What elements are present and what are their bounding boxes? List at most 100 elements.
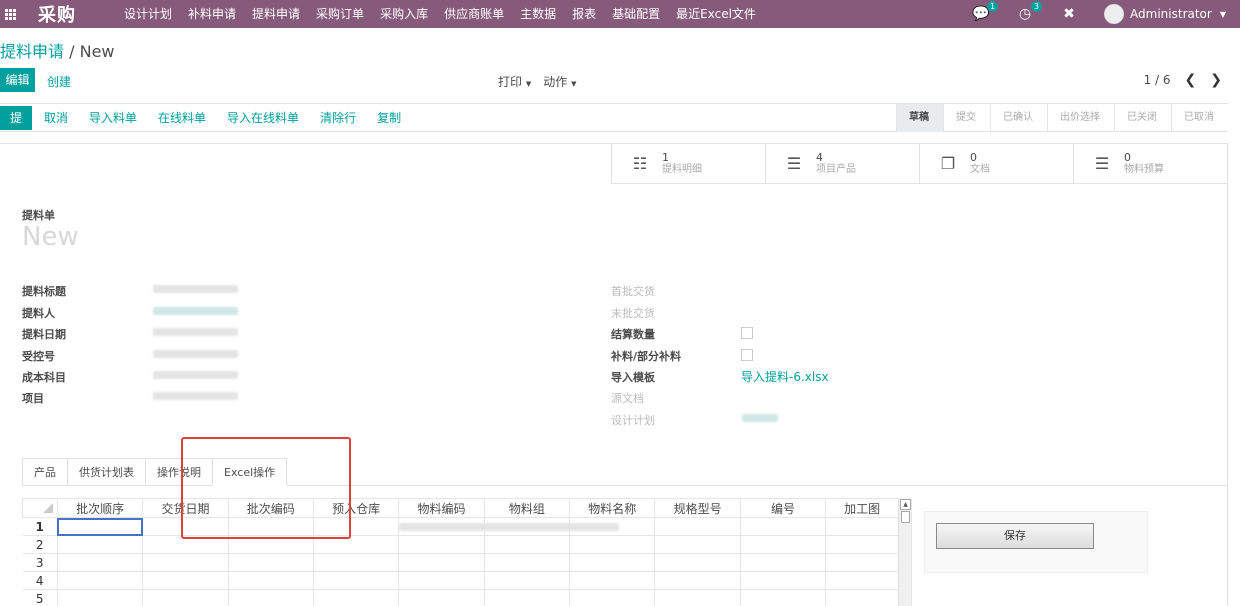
messages-icon[interactable]: 💬 1 xyxy=(972,1,999,22)
cell[interactable] xyxy=(398,589,485,606)
apps-menu-icon[interactable] xyxy=(0,0,26,28)
menu-item-config[interactable]: 基础配置 xyxy=(604,0,668,28)
selected-cell[interactable] xyxy=(56,517,144,536)
cell[interactable] xyxy=(654,553,741,572)
cell[interactable] xyxy=(312,553,400,572)
action-dropdown[interactable]: 动作 ▼ xyxy=(543,73,576,90)
cell[interactable] xyxy=(312,571,400,590)
column-header[interactable]: 批次顺序 xyxy=(56,498,144,518)
cell[interactable] xyxy=(739,517,827,536)
cell[interactable] xyxy=(398,517,620,536)
pager-value[interactable]: 1 / 6 xyxy=(1144,73,1171,87)
create-button[interactable]: 创建 xyxy=(47,73,71,90)
partial-supplement-checkbox[interactable] xyxy=(741,349,753,361)
column-header[interactable]: 编号 xyxy=(739,498,827,518)
column-header[interactable]: 物料组 xyxy=(483,498,571,518)
cell[interactable] xyxy=(312,589,400,606)
breadcrumb-parent[interactable]: 提料申请 xyxy=(0,42,64,61)
cell[interactable] xyxy=(739,553,827,572)
smart-button-project-products[interactable]: ☰ 4 项目产品 xyxy=(765,144,919,184)
field-value-date[interactable] xyxy=(153,328,238,336)
cell[interactable] xyxy=(739,535,827,554)
corner-cell[interactable] xyxy=(22,498,58,518)
row-number[interactable]: 4 xyxy=(22,571,58,590)
stage-draft[interactable]: 草稿 xyxy=(896,104,943,132)
submit-button[interactable]: 提交 xyxy=(0,105,32,147)
clear-lines-button[interactable]: 清除行 xyxy=(320,109,356,126)
stage-cancelled[interactable]: 已取消 xyxy=(1171,104,1228,132)
menu-item-master-data[interactable]: 主数据 xyxy=(512,0,564,28)
cell[interactable] xyxy=(739,571,827,590)
cell[interactable] xyxy=(227,571,314,590)
cancel-button[interactable]: 取消 xyxy=(44,109,68,126)
cell[interactable] xyxy=(483,571,571,590)
cell[interactable] xyxy=(398,553,485,572)
cell[interactable] xyxy=(483,589,571,606)
app-brand[interactable]: 采购 xyxy=(38,1,76,27)
field-value-cost-account[interactable] xyxy=(153,371,238,379)
column-header[interactable]: 物料编码 xyxy=(398,498,485,518)
cell[interactable] xyxy=(569,589,656,606)
import-template-link[interactable]: 导入提料-6.xlsx xyxy=(741,368,829,385)
menu-item-purchase-receipt[interactable]: 采购入库 xyxy=(372,0,436,28)
stage-confirmed[interactable]: 已确认 xyxy=(990,104,1047,132)
previous-icon[interactable]: ❮ xyxy=(1185,72,1197,88)
cell[interactable] xyxy=(654,589,741,606)
cell[interactable] xyxy=(654,535,741,554)
cell[interactable] xyxy=(142,553,229,572)
cell[interactable] xyxy=(142,571,229,590)
menu-item-purchase-order[interactable]: 采购订单 xyxy=(308,0,372,28)
column-header[interactable]: 物料名称 xyxy=(569,498,656,518)
menu-item-supplement-request[interactable]: 补料申请 xyxy=(180,0,244,28)
cell[interactable] xyxy=(56,553,144,572)
excel-spreadsheet[interactable]: 批次顺序 交货日期 批次编码 预入仓库 物料编码 物料组 物料名称 规格型号 编… xyxy=(22,498,912,606)
cell[interactable] xyxy=(654,517,741,536)
cell[interactable] xyxy=(398,571,485,590)
settle-qty-checkbox[interactable] xyxy=(741,327,753,339)
spreadsheet-scrollbar[interactable]: ▲ xyxy=(898,498,911,606)
field-value-design-plan[interactable] xyxy=(742,414,778,422)
cell[interactable] xyxy=(569,535,656,554)
import-bom-button[interactable]: 导入料单 xyxy=(89,109,137,126)
tab-products[interactable]: 产品 xyxy=(22,458,67,486)
cell[interactable] xyxy=(483,535,571,554)
cell[interactable] xyxy=(739,589,827,606)
smart-button-documents[interactable]: ❐ 0 文档 xyxy=(919,144,1073,184)
row-number[interactable]: 3 xyxy=(22,553,58,572)
cell[interactable] xyxy=(569,571,656,590)
print-dropdown[interactable]: 打印 ▼ xyxy=(498,73,531,90)
save-button[interactable]: 保存 xyxy=(936,523,1094,549)
tab-supply-plan[interactable]: 供货计划表 xyxy=(67,458,145,486)
field-value-control-no[interactable] xyxy=(153,350,238,358)
cell[interactable] xyxy=(569,553,656,572)
edit-button[interactable]: 编辑 xyxy=(0,68,35,92)
smart-button-request-lines[interactable]: ☷ 1 提料明细 xyxy=(611,144,765,184)
menu-item-material-request[interactable]: 提料申请 xyxy=(244,0,308,28)
row-number[interactable]: 2 xyxy=(22,535,58,554)
next-icon[interactable]: ❯ xyxy=(1210,72,1222,88)
stage-closed[interactable]: 已关闭 xyxy=(1114,104,1171,132)
menu-item-reports[interactable]: 报表 xyxy=(564,0,604,28)
stage-submitted[interactable]: 提交 xyxy=(943,104,990,132)
row-number[interactable]: 1 xyxy=(22,517,58,536)
cell[interactable] xyxy=(227,589,314,606)
cell[interactable] xyxy=(227,553,314,572)
cell[interactable] xyxy=(654,571,741,590)
menu-item-recent-excel[interactable]: 最近Excel文件 xyxy=(668,0,764,28)
field-value-requester[interactable] xyxy=(153,307,238,315)
smart-button-material-budget[interactable]: ☰ 0 物料预算 xyxy=(1073,144,1227,184)
cell[interactable] xyxy=(142,589,229,606)
user-menu[interactable]: Administrator ▼ xyxy=(1104,4,1226,24)
import-online-bom-button[interactable]: 导入在线料单 xyxy=(227,109,299,126)
scroll-up-icon[interactable]: ▲ xyxy=(900,499,911,510)
field-value-project[interactable] xyxy=(153,392,238,400)
online-bom-button[interactable]: 在线料单 xyxy=(158,109,206,126)
cell[interactable] xyxy=(56,571,144,590)
stage-bid-selection[interactable]: 出价选择 xyxy=(1047,104,1114,132)
cell[interactable] xyxy=(398,535,485,554)
menu-item-design-plan[interactable]: 设计计划 xyxy=(116,0,180,28)
duplicate-button[interactable]: 复制 xyxy=(377,109,401,126)
field-value-title[interactable] xyxy=(153,285,238,293)
debug-tools-icon[interactable]: ✖ xyxy=(1060,6,1078,22)
menu-item-vendor-bills[interactable]: 供应商账单 xyxy=(436,0,512,28)
